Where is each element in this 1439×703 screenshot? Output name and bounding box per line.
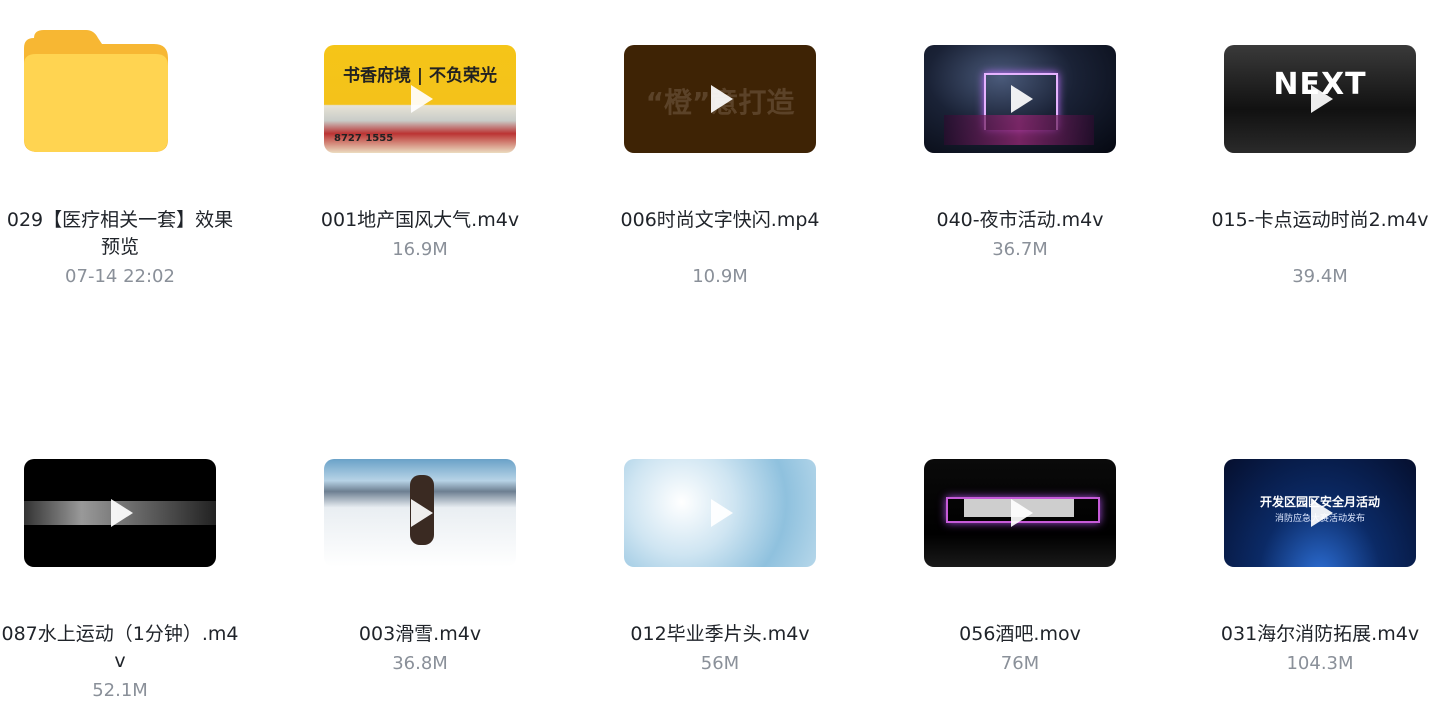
file-name: 001地产国风大气.m4v	[320, 209, 520, 231]
video-thumbnail	[624, 459, 816, 567]
file-meta: 52.1M	[92, 680, 148, 701]
file-meta: 39.4M	[1292, 266, 1348, 287]
play-icon	[711, 499, 733, 527]
video-thumbnail: 开发区园区安全月活动 消防应急大赛活动发布	[1224, 459, 1416, 567]
file-name: 006时尚文字快闪.mp4	[620, 209, 820, 231]
play-icon	[411, 499, 433, 527]
file-name: 015-卡点运动时尚2.m4v	[1211, 209, 1429, 231]
video-thumbnail: 书香府境 | 不负荣光 8727 1555	[324, 45, 516, 153]
file-name: 031海尔消防拓展.m4v	[1220, 623, 1420, 645]
file-meta: 36.7M	[992, 239, 1048, 260]
video-thumbnail	[924, 459, 1116, 567]
file-name: 012毕业季片头.m4v	[630, 623, 810, 645]
file-name: 087水上运动（1分钟）.m4v	[1, 623, 239, 672]
file-name: 056酒吧.mov	[959, 623, 1081, 645]
file-meta: 56M	[700, 653, 740, 674]
video-thumbnail	[324, 459, 516, 567]
file-meta: 10.9M	[692, 266, 748, 287]
play-icon	[1011, 499, 1033, 527]
file-name: 029【医疗相关一套】效果预览	[6, 209, 234, 258]
file-meta: 76M	[1000, 653, 1040, 674]
play-icon	[711, 85, 733, 113]
file-meta: 104.3M	[1286, 653, 1354, 674]
play-icon	[1311, 499, 1333, 527]
play-icon	[411, 85, 433, 113]
file-meta: 16.9M	[392, 239, 448, 260]
play-icon	[1011, 85, 1033, 113]
file-meta: 36.8M	[392, 653, 448, 674]
folder-icon	[24, 30, 168, 158]
play-icon	[1311, 85, 1333, 113]
file-meta: 07-14 22:02	[65, 266, 175, 287]
video-thumbnail: “橙”意打造	[624, 45, 816, 153]
video-thumbnail	[924, 45, 1116, 153]
file-name: 040-夜市活动.m4v	[936, 209, 1104, 231]
video-thumbnail	[24, 459, 216, 567]
video-thumbnail: NEXT	[1224, 45, 1416, 153]
file-name: 003滑雪.m4v	[358, 623, 482, 645]
play-icon	[111, 499, 133, 527]
